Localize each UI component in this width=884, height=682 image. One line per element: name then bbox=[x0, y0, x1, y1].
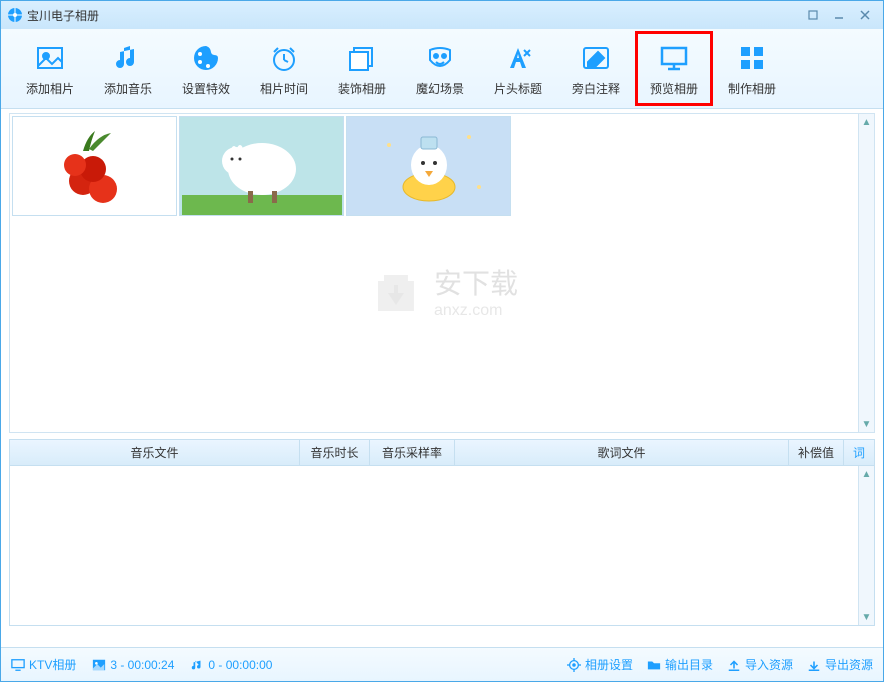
album-type-label: KTV相册 bbox=[29, 656, 76, 673]
music-count[interactable]: 0 - 00:00:00 bbox=[190, 658, 272, 672]
tool-label: 设置特效 bbox=[182, 80, 230, 97]
title-icon bbox=[500, 40, 536, 76]
thumbnail-scrollbar[interactable]: ▲ ▼ bbox=[858, 114, 874, 432]
export-label: 导出资源 bbox=[825, 656, 873, 673]
statusbar: KTV相册 3 - 00:00:24 0 - 00:00:00 相册设置 输出目… bbox=[1, 647, 883, 681]
output-dir-button[interactable]: 输出目录 bbox=[647, 656, 713, 673]
minimize-button[interactable] bbox=[827, 6, 851, 24]
export-button[interactable]: 导出资源 bbox=[807, 656, 873, 673]
mask-icon bbox=[422, 40, 458, 76]
music-icon bbox=[110, 40, 146, 76]
watermark-sub: anxz.com bbox=[434, 302, 518, 320]
palette-icon bbox=[188, 40, 224, 76]
make-album-button[interactable]: 制作相册 bbox=[713, 34, 791, 103]
tool-label: 片头标题 bbox=[494, 80, 542, 97]
scroll-down-icon[interactable]: ▼ bbox=[859, 609, 874, 625]
restore-button[interactable] bbox=[801, 6, 825, 24]
folder-icon bbox=[647, 658, 661, 672]
tool-label: 添加音乐 bbox=[104, 80, 152, 97]
import-label: 导入资源 bbox=[745, 656, 793, 673]
music-icon bbox=[190, 658, 204, 672]
tool-label: 装饰相册 bbox=[338, 80, 386, 97]
album-type-button[interactable]: KTV相册 bbox=[11, 656, 76, 673]
scroll-up-icon[interactable]: ▲ bbox=[859, 466, 874, 482]
magic-scene-button[interactable]: 魔幻场景 bbox=[401, 34, 479, 103]
tool-label: 旁白注释 bbox=[572, 80, 620, 97]
image-icon bbox=[92, 658, 106, 672]
tool-label: 魔幻场景 bbox=[416, 80, 464, 97]
tool-label: 制作相册 bbox=[728, 80, 776, 97]
app-title: 宝川电子相册 bbox=[27, 7, 99, 24]
upload-icon bbox=[727, 658, 741, 672]
thumbnail-row bbox=[10, 114, 874, 218]
toolbar: 添加相片 添加音乐 设置特效 相片时间 装饰相册 魔幻场景 片头标题 旁白注释 bbox=[1, 29, 883, 109]
note-icon bbox=[578, 40, 614, 76]
thumbnail-3[interactable] bbox=[346, 116, 511, 216]
col-duration[interactable]: 音乐时长 bbox=[300, 440, 370, 465]
grid-icon bbox=[734, 40, 770, 76]
watermark: 安下载 anxz.com bbox=[366, 261, 518, 321]
tool-label: 预览相册 bbox=[650, 80, 698, 97]
music-panel: 音乐文件 音乐时长 音乐采样率 歌词文件 补偿值 词 ▲ ▼ bbox=[9, 439, 875, 626]
image-icon bbox=[32, 40, 68, 76]
effects-button[interactable]: 设置特效 bbox=[167, 34, 245, 103]
monitor-icon bbox=[656, 40, 692, 76]
photo-time-button[interactable]: 相片时间 bbox=[245, 34, 323, 103]
gear-icon bbox=[567, 658, 581, 672]
settings-label: 相册设置 bbox=[585, 656, 633, 673]
import-button[interactable]: 导入资源 bbox=[727, 656, 793, 673]
col-word[interactable]: 词 bbox=[844, 440, 874, 465]
col-music-file[interactable]: 音乐文件 bbox=[10, 440, 300, 465]
decorate-button[interactable]: 装饰相册 bbox=[323, 34, 401, 103]
thumbnail-2[interactable] bbox=[179, 116, 344, 216]
photo-count-label: 3 - 00:00:24 bbox=[110, 658, 174, 672]
album-settings-button[interactable]: 相册设置 bbox=[567, 656, 633, 673]
watermark-text: 安下载 bbox=[434, 268, 518, 299]
col-samplerate[interactable]: 音乐采样率 bbox=[370, 440, 455, 465]
monitor-icon bbox=[11, 658, 25, 672]
add-photo-button[interactable]: 添加相片 bbox=[11, 34, 89, 103]
col-lyric[interactable]: 歌词文件 bbox=[455, 440, 789, 465]
music-table-header: 音乐文件 音乐时长 音乐采样率 歌词文件 补偿值 词 bbox=[9, 439, 875, 466]
music-count-label: 0 - 00:00:00 bbox=[208, 658, 272, 672]
annotation-button[interactable]: 旁白注释 bbox=[557, 34, 635, 103]
add-music-button[interactable]: 添加音乐 bbox=[89, 34, 167, 103]
titlebar: 宝川电子相册 bbox=[1, 1, 883, 29]
preview-button[interactable]: 预览相册 bbox=[635, 31, 713, 106]
music-scrollbar[interactable]: ▲ ▼ bbox=[858, 466, 874, 625]
col-compensate[interactable]: 补偿值 bbox=[789, 440, 844, 465]
title-button[interactable]: 片头标题 bbox=[479, 34, 557, 103]
download-icon bbox=[807, 658, 821, 672]
tool-label: 相片时间 bbox=[260, 80, 308, 97]
tool-label: 添加相片 bbox=[26, 80, 74, 97]
scroll-up-icon[interactable]: ▲ bbox=[859, 114, 874, 130]
music-table-body: ▲ ▼ bbox=[9, 466, 875, 626]
app-icon bbox=[7, 7, 23, 23]
photo-count[interactable]: 3 - 00:00:24 bbox=[92, 658, 174, 672]
output-dir-label: 输出目录 bbox=[665, 656, 713, 673]
decorate-icon bbox=[344, 40, 380, 76]
thumbnail-panel: 安下载 anxz.com ▲ ▼ bbox=[9, 113, 875, 433]
scroll-down-icon[interactable]: ▼ bbox=[859, 416, 874, 432]
thumbnail-1[interactable] bbox=[12, 116, 177, 216]
clock-icon bbox=[266, 40, 302, 76]
app-window: 宝川电子相册 添加相片 添加音乐 设置特效 相片时间 装饰相册 魔幻场景 bbox=[0, 0, 884, 682]
close-button[interactable] bbox=[853, 6, 877, 24]
